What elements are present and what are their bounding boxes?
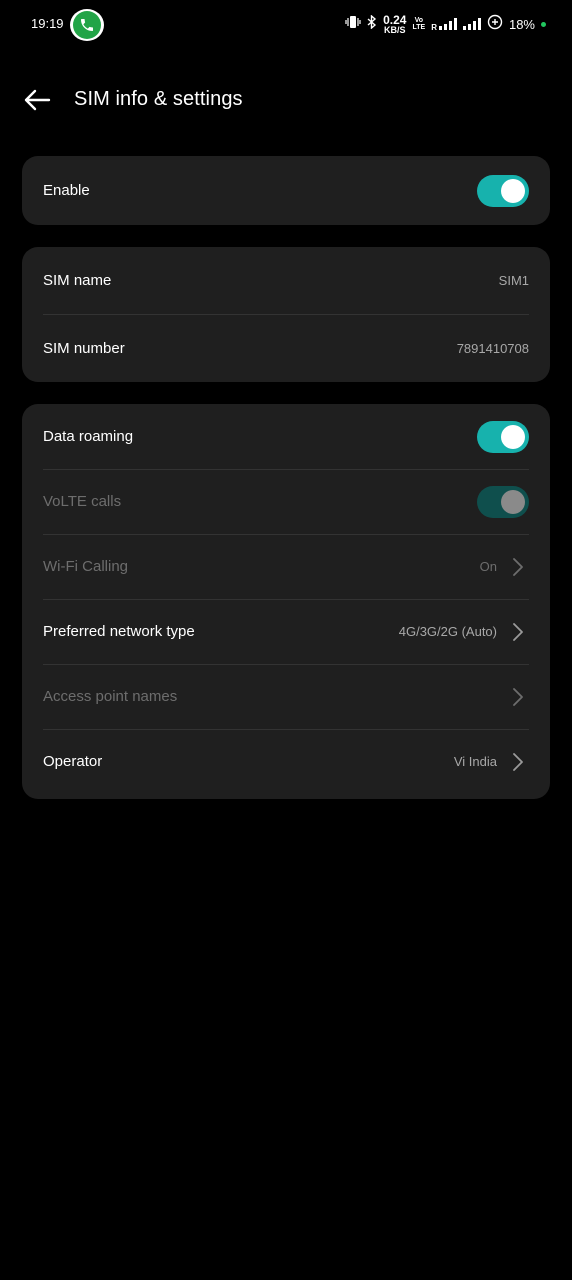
data-roaming-row[interactable]: Data roaming [22,404,550,469]
operator-label: Operator [43,753,103,770]
enable-label: Enable [43,182,90,199]
back-button[interactable] [22,86,52,114]
signal-icon [462,18,481,30]
enable-toggle[interactable] [477,174,529,207]
volte-calls-row: VoLTE calls [22,469,550,534]
volte-indicator: Vo LTE [412,17,426,31]
enable-row[interactable]: Enable [22,156,550,225]
preferred-network-type-label: Preferred network type [43,623,195,640]
sim-number-value: 7891410708 [456,340,529,356]
network-speed: 0.24 KB/S [383,12,407,35]
status-bar: 19:19 0.24 KB/S Vo LTE R 18% [0,0,572,50]
toggle-knob [501,489,525,514]
operator-value: Vi India [453,754,497,769]
toggle-knob [501,178,525,203]
battery-saver-icon [487,14,503,35]
page-title: SIM info & settings [74,88,243,110]
data-roaming-label: Data roaming [43,428,134,445]
preferred-network-type-row[interactable]: Preferred network type 4G/3G/2G (Auto) [22,599,550,664]
status-icons: 0.24 KB/S Vo LTE R 18% [345,14,546,34]
battery-percent: 18% [508,16,535,32]
sim-name-row[interactable]: SIM name SIM1 [22,247,550,314]
enable-card: Enable [22,156,550,225]
data-roaming-toggle[interactable] [477,420,529,453]
network-settings-card: Data roaming VoLTE calls Wi-Fi Calling O… [22,404,550,799]
chevron-right-icon [511,557,525,577]
preferred-network-type-value: 4G/3G/2G (Auto) [398,624,497,639]
wifi-calling-value: On [479,559,497,574]
volte-calls-toggle [477,485,529,518]
sim-number-row[interactable]: SIM number 7891410708 [22,314,550,382]
chevron-right-icon [511,622,525,642]
phone-call-icon [73,11,101,39]
arrow-left-icon [24,89,51,111]
wifi-calling-label: Wi-Fi Calling [43,558,129,575]
volte-calls-label: VoLTE calls [43,493,122,510]
wifi-calling-row: Wi-Fi Calling On [22,534,550,599]
sim-info-card: SIM name SIM1 SIM number 7891410708 [22,247,550,382]
bluetooth-icon [367,13,377,34]
access-point-names-row: Access point names [22,664,550,729]
roaming-indicator: R [431,23,437,32]
access-point-names-label: Access point names [43,688,178,705]
toggle-knob [501,424,525,449]
chevron-right-icon [511,752,525,772]
status-time: 19:19 [31,16,64,31]
sim-number-label: SIM number [43,339,125,357]
privacy-dot [541,21,546,27]
signal-icon [438,18,457,30]
sim-name-label: SIM name [43,272,112,289]
app-header: SIM info & settings [0,78,572,122]
chevron-right-icon [511,687,525,707]
sim-name-value: SIM1 [498,273,529,288]
ongoing-call-indicator[interactable] [70,9,104,41]
vibrate-icon [345,15,361,34]
operator-row[interactable]: Operator Vi India [22,729,550,794]
